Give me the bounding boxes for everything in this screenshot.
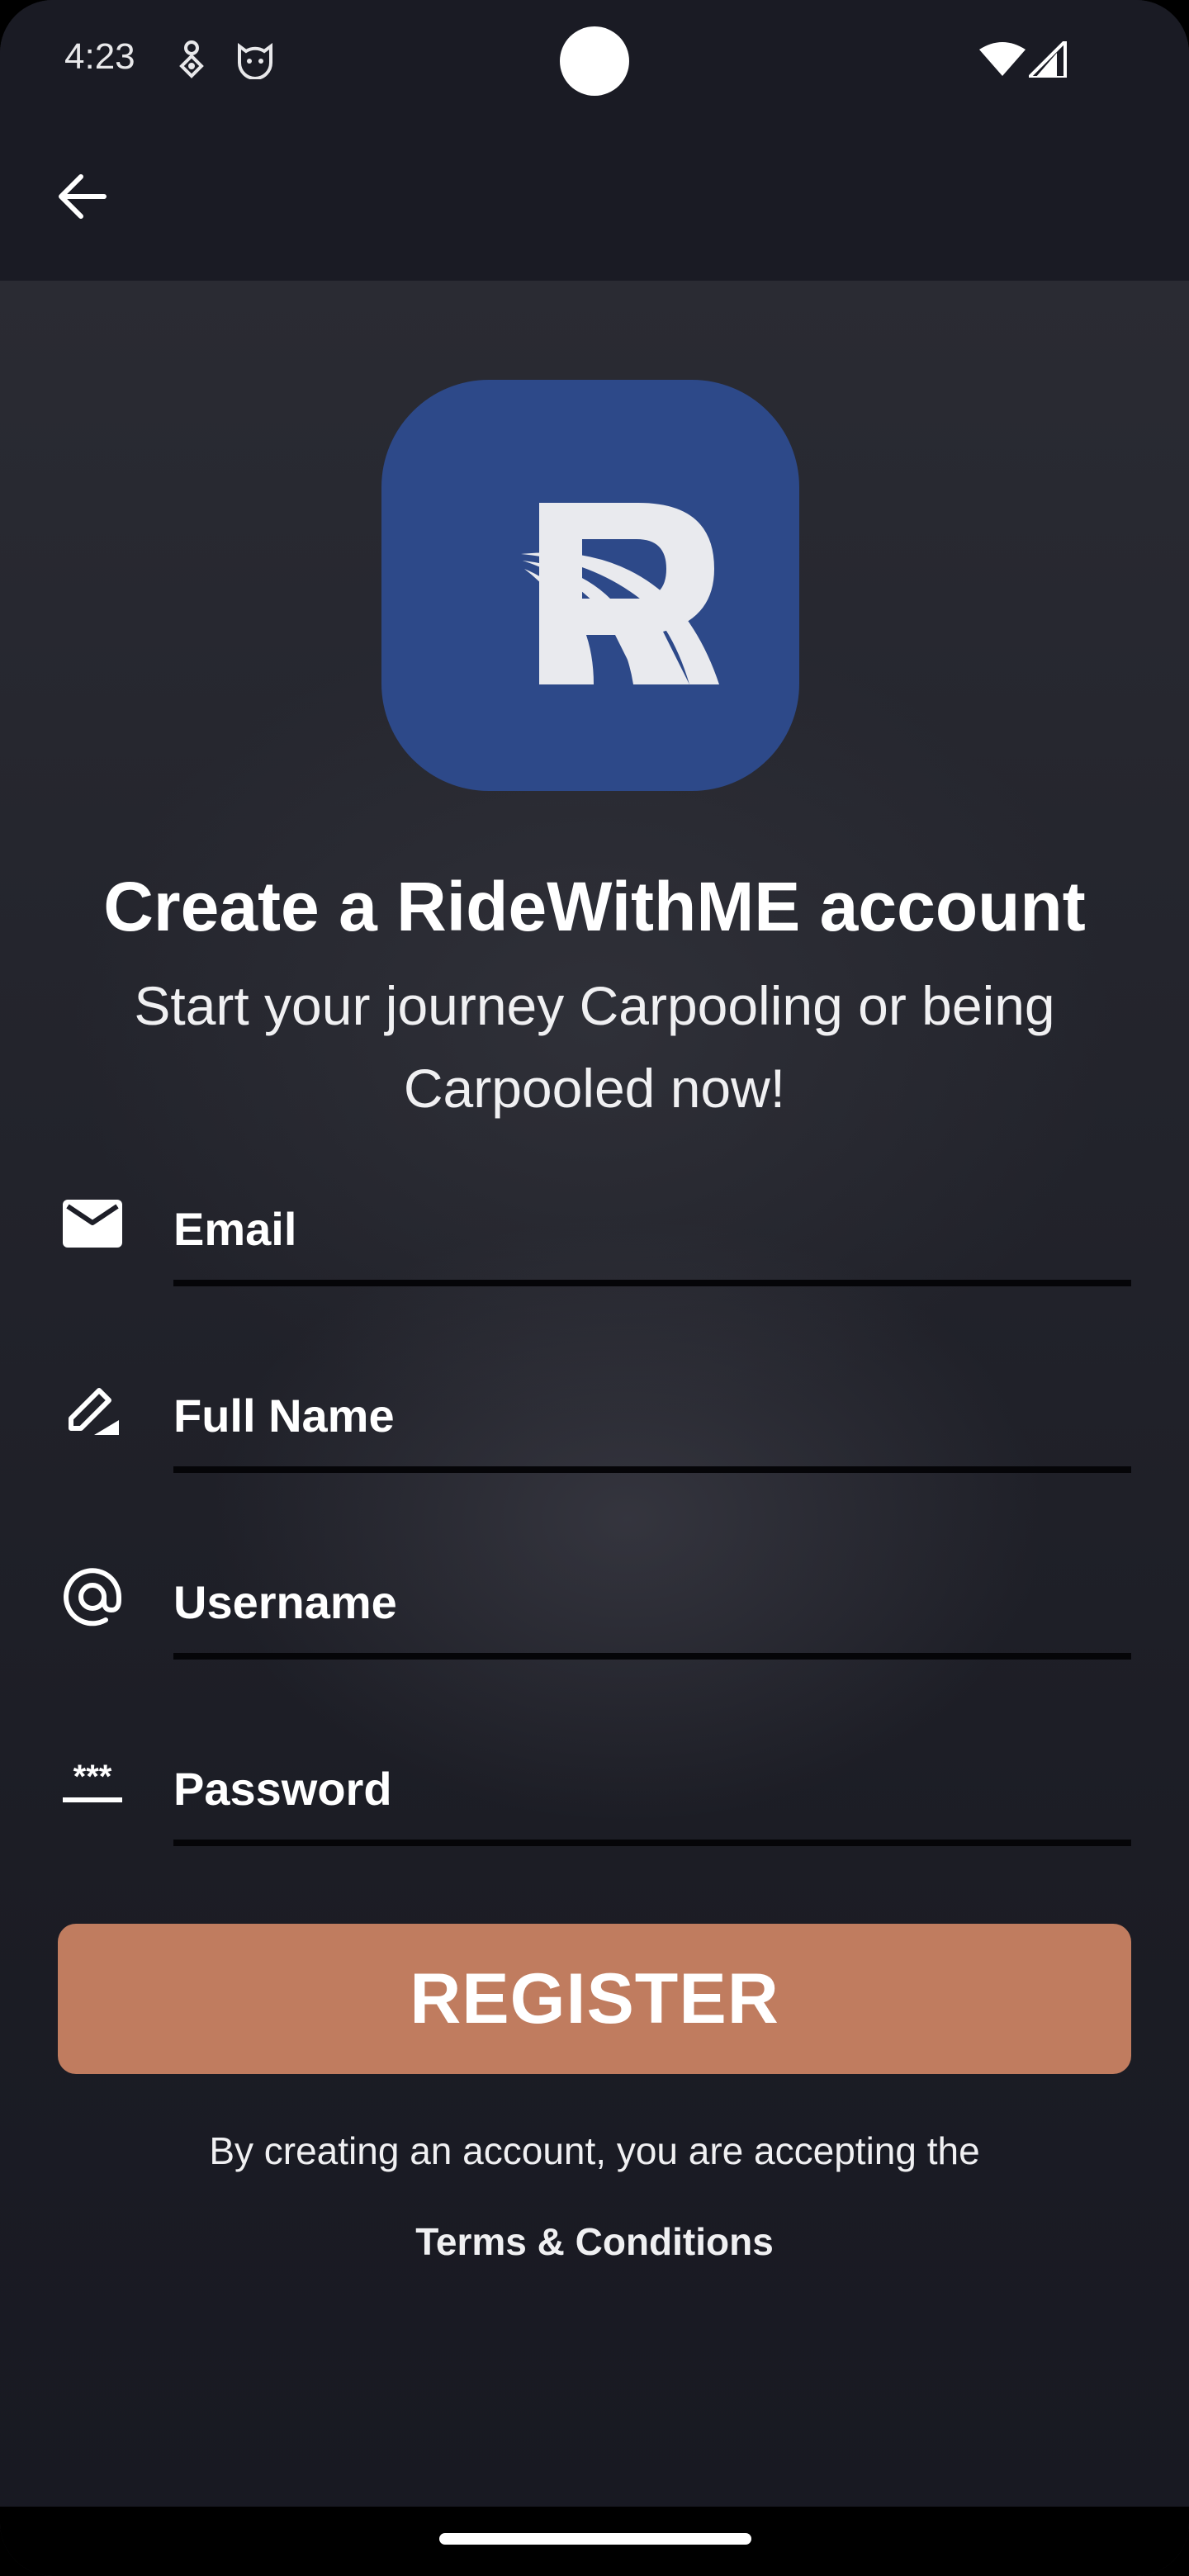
ridewithme-logo-icon [521,503,719,684]
terms-intro-text: By creating an account, you are acceptin… [209,2129,980,2172]
email-input[interactable] [173,1171,1131,1286]
password-input[interactable] [173,1731,1131,1846]
arrow-back-icon [58,173,107,224]
at-sign-icon [59,1564,126,1630]
back-button[interactable] [50,165,116,231]
app-logo [381,380,799,791]
cat-face-icon [234,40,276,83]
wifi-icon [979,41,1026,80]
full-name-input[interactable] [173,1357,1131,1473]
username-input[interactable] [173,1544,1131,1660]
cell-signal-icon [1025,37,1067,82]
full-name-underline [173,1466,1131,1473]
edit-pen-icon [59,1377,126,1443]
svg-text:***: *** [73,1763,112,1795]
password-field-row: *** [50,1731,1131,1917]
page-title: Create a RideWithME account [103,868,1086,945]
password-icon: *** [59,1750,126,1816]
password-underline [173,1840,1131,1846]
status-time: 4:23 [64,36,135,77]
register-screen: 4:23 Create a RideWithME account Start y… [0,0,1189,2576]
home-indicator[interactable] [439,2533,751,2545]
email-underline [173,1280,1131,1286]
username-underline [173,1653,1131,1660]
status-bar: 4:23 [0,0,1189,124]
email-field-row [50,1171,1131,1357]
subtitle-line-1: Start your journey Carpooling or being [134,975,1055,1036]
mail-icon [59,1191,126,1257]
full-name-field-row [50,1357,1131,1544]
subtitle-line-2: Carpooled now! [403,1058,786,1119]
terms-conditions-link[interactable]: Terms & Conditions [388,2219,801,2277]
front-camera [560,26,629,96]
notification-icon [177,40,206,83]
username-field-row [50,1544,1131,1731]
app-bar [0,124,1189,281]
register-button[interactable]: REGISTER [58,1924,1131,2074]
page-subtitle: Start your journey Carpooling or being C… [66,964,1123,1129]
